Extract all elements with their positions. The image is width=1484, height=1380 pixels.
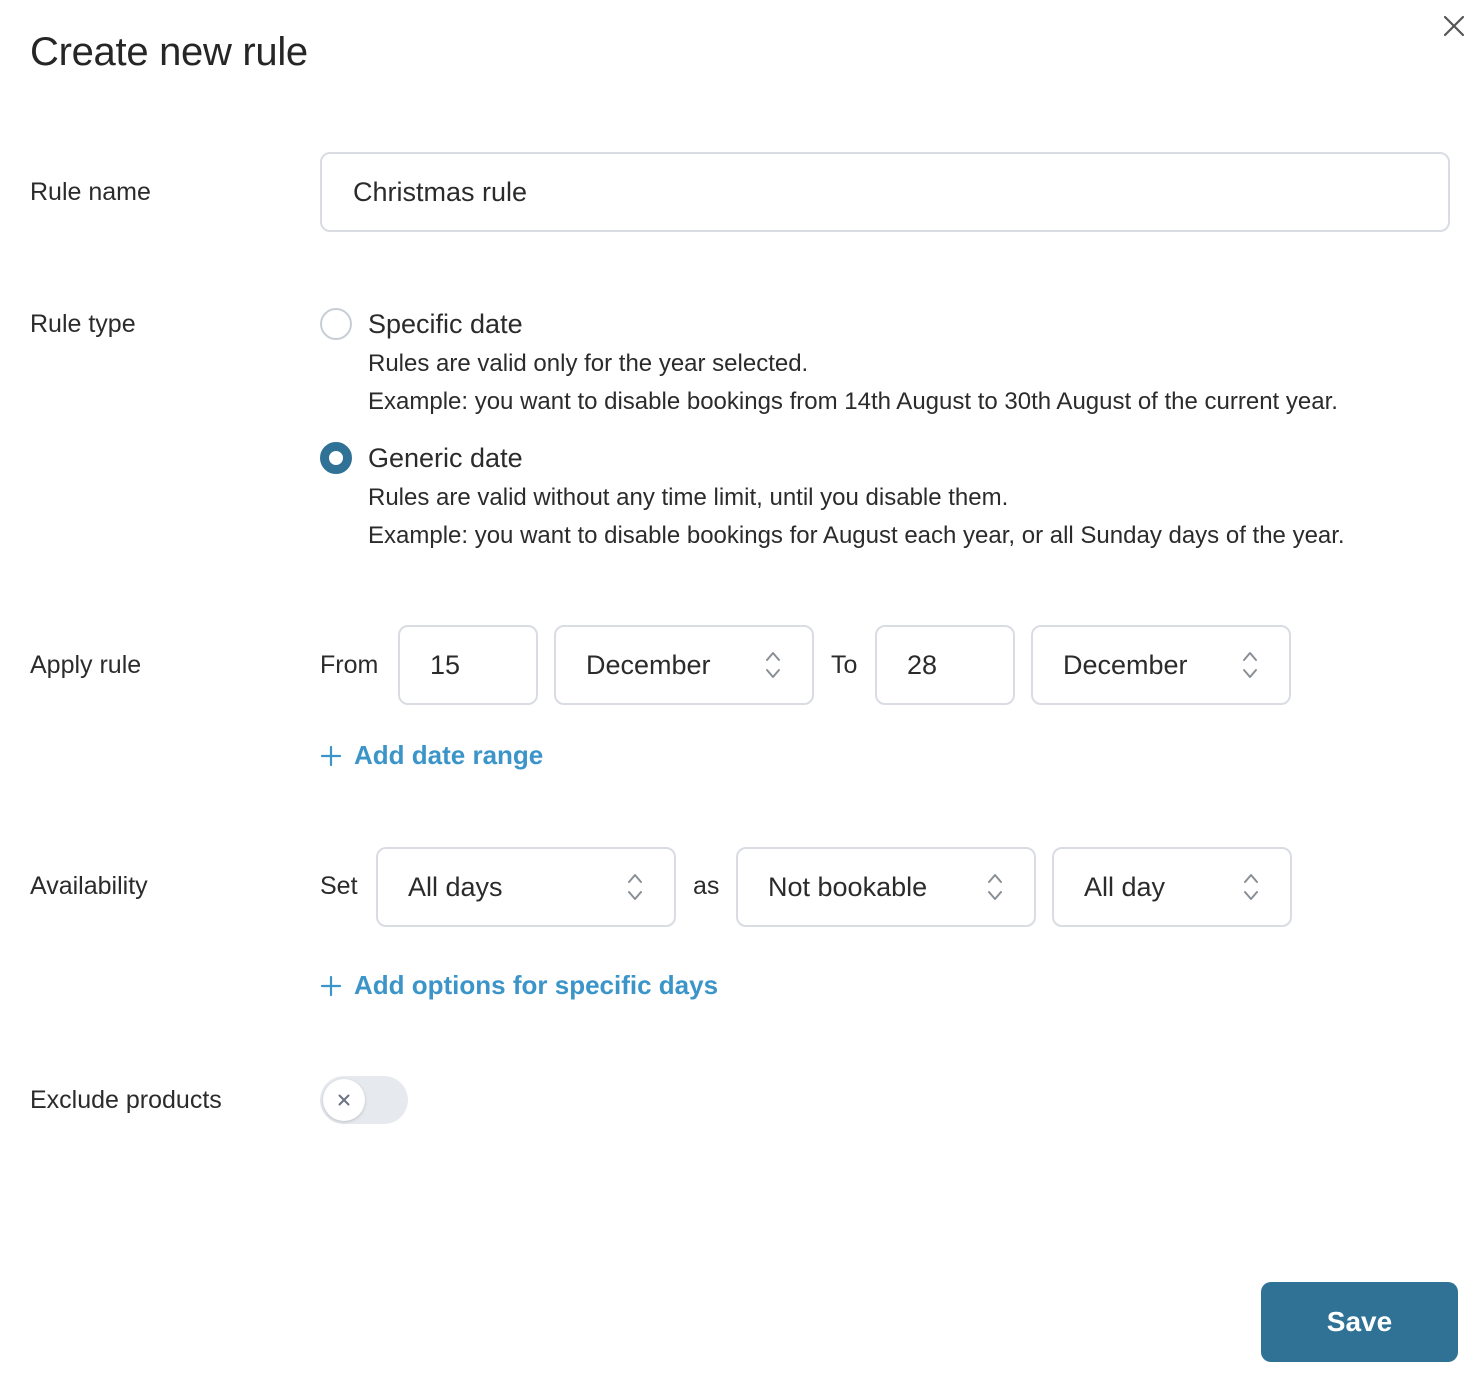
to-label: To — [831, 651, 858, 679]
add-date-range-link[interactable]: Add date range — [320, 740, 543, 771]
add-specific-days-link[interactable]: Add options for specific days — [320, 970, 718, 1001]
modal-title: Create new rule — [30, 30, 308, 74]
from-month-value: December — [586, 649, 711, 680]
exclude-products-toggle[interactable] — [320, 1076, 408, 1124]
rule-type-label: Rule type — [30, 310, 136, 338]
generic-date-desc-1: Rules are valid without any time limit, … — [368, 484, 1009, 511]
days-select-value: All days — [408, 871, 503, 902]
toggle-knob[interactable] — [323, 1079, 365, 1121]
time-select[interactable]: All day — [1052, 847, 1292, 927]
specific-date-desc-1: Rules are valid only for the year select… — [368, 350, 809, 377]
close-icon[interactable] — [1443, 15, 1465, 37]
from-month-select[interactable]: December — [554, 625, 814, 705]
save-button[interactable]: Save — [1261, 1282, 1458, 1362]
add-specific-days-label: Add options for specific days — [354, 970, 719, 1000]
chevron-up-down-icon — [1242, 872, 1260, 902]
status-select[interactable]: Not bookable — [736, 847, 1036, 927]
availability-label: Availability — [30, 872, 148, 900]
specific-date-desc-2: Example: you want to disable bookings fr… — [368, 388, 1338, 415]
chevron-up-down-icon — [986, 872, 1004, 902]
chevron-up-down-icon — [764, 650, 782, 680]
radio-generic-date-circle[interactable] — [320, 442, 352, 474]
radio-specific-date[interactable]: Specific date — [320, 308, 523, 340]
chevron-up-down-icon — [626, 872, 644, 902]
as-label: as — [693, 872, 720, 900]
radio-generic-date[interactable]: Generic date — [320, 442, 523, 474]
time-select-value: All day — [1084, 871, 1166, 902]
plus-icon — [320, 745, 342, 767]
status-select-value: Not bookable — [768, 871, 928, 902]
x-icon — [338, 1094, 350, 1106]
close-button[interactable] — [1438, 10, 1470, 42]
chevron-up-down-icon — [1241, 650, 1259, 680]
from-day-value: 15 — [430, 649, 461, 680]
generic-date-desc-2: Example: you want to disable bookings fo… — [368, 522, 1345, 549]
plus-icon — [320, 975, 342, 997]
to-day-value: 28 — [907, 649, 938, 680]
from-day-input[interactable]: 15 — [398, 625, 538, 705]
rule-name-label: Rule name — [30, 178, 151, 206]
to-month-select[interactable]: December — [1031, 625, 1291, 705]
to-day-input[interactable]: 28 — [875, 625, 1015, 705]
apply-rule-label: Apply rule — [30, 651, 142, 679]
set-label: Set — [320, 872, 358, 900]
radio-specific-date-label: Specific date — [368, 308, 523, 339]
to-month-value: December — [1063, 649, 1188, 680]
radio-specific-date-circle[interactable] — [320, 308, 352, 340]
exclude-products-label: Exclude products — [30, 1086, 222, 1114]
days-select[interactable]: All days — [376, 847, 676, 927]
add-date-range-label: Add date range — [354, 740, 544, 770]
radio-generic-date-label: Generic date — [368, 442, 523, 473]
from-label: From — [320, 651, 379, 679]
create-rule-modal: Create new rule Rule name Rule type Spec… — [0, 0, 1484, 1380]
rule-name-input[interactable] — [320, 152, 1450, 232]
